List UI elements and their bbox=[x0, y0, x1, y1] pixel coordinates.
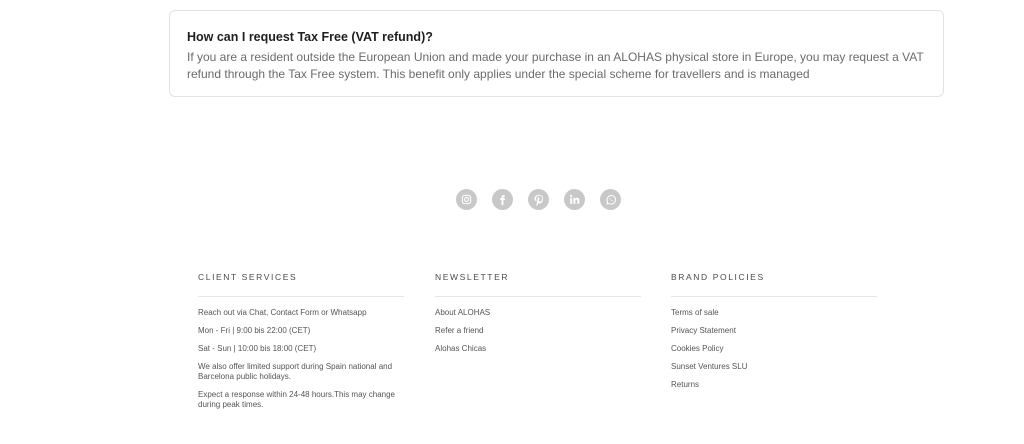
footer-link-sunset-ventures[interactable]: Sunset Ventures SLU bbox=[671, 362, 877, 372]
footer-link-about[interactable]: About ALOHAS bbox=[435, 308, 641, 318]
footer-link-refer-friend[interactable]: Refer a friend bbox=[435, 326, 641, 336]
footer-heading: BRAND POLICIES bbox=[671, 272, 877, 297]
whatsapp-icon[interactable] bbox=[600, 189, 621, 210]
footer-link-privacy[interactable]: Privacy Statement bbox=[671, 326, 877, 336]
social-links bbox=[456, 189, 621, 210]
footer-column-brand-policies: BRAND POLICIES Terms of sale Privacy Sta… bbox=[671, 272, 877, 398]
faq-answer: If you are a resident outside the Europe… bbox=[187, 50, 924, 81]
footer-list: Reach out via Chat, Contact Form or What… bbox=[198, 297, 404, 410]
list-item: Expect a response within 24-48 hours.Thi… bbox=[198, 390, 395, 409]
footer-link-cookies[interactable]: Cookies Policy bbox=[671, 344, 877, 354]
faq-question[interactable]: How can I request Tax Free (VAT refund)? bbox=[187, 29, 927, 45]
footer-link-alohas-chicas[interactable]: Alohas Chicas bbox=[435, 344, 641, 354]
footer-list: About ALOHAS Refer a friend Alohas Chica… bbox=[435, 297, 641, 354]
footer-link-terms[interactable]: Terms of sale bbox=[671, 308, 877, 318]
footer-heading: CLIENT SERVICES bbox=[198, 272, 404, 297]
footer-column-client-services: CLIENT SERVICES Reach out via Chat, Cont… bbox=[198, 272, 404, 418]
pinterest-icon[interactable] bbox=[528, 189, 549, 210]
instagram-icon[interactable] bbox=[456, 189, 477, 210]
list-item: Reach out via Chat, Contact Form or What… bbox=[198, 308, 367, 317]
faq-item[interactable]: How can I request Tax Free (VAT refund)?… bbox=[169, 10, 944, 97]
footer-list: Terms of sale Privacy Statement Cookies … bbox=[671, 297, 877, 390]
linkedin-icon[interactable] bbox=[564, 189, 585, 210]
footer-link-returns[interactable]: Returns bbox=[671, 380, 877, 390]
list-item: Sat - Sun | 10:00 bis 18:00 (CET) bbox=[198, 344, 317, 353]
footer-column-newsletter: NEWSLETTER About ALOHAS Refer a friend A… bbox=[435, 272, 641, 362]
page: How can I request Tax Free (VAT refund)?… bbox=[0, 0, 1024, 444]
list-item: We also offer limited support during Spa… bbox=[198, 362, 393, 381]
footer-heading: NEWSLETTER bbox=[435, 272, 641, 297]
list-item: Mon - Fri | 9:00 bis 22:00 (CET) bbox=[198, 326, 311, 335]
facebook-icon[interactable] bbox=[492, 189, 513, 210]
